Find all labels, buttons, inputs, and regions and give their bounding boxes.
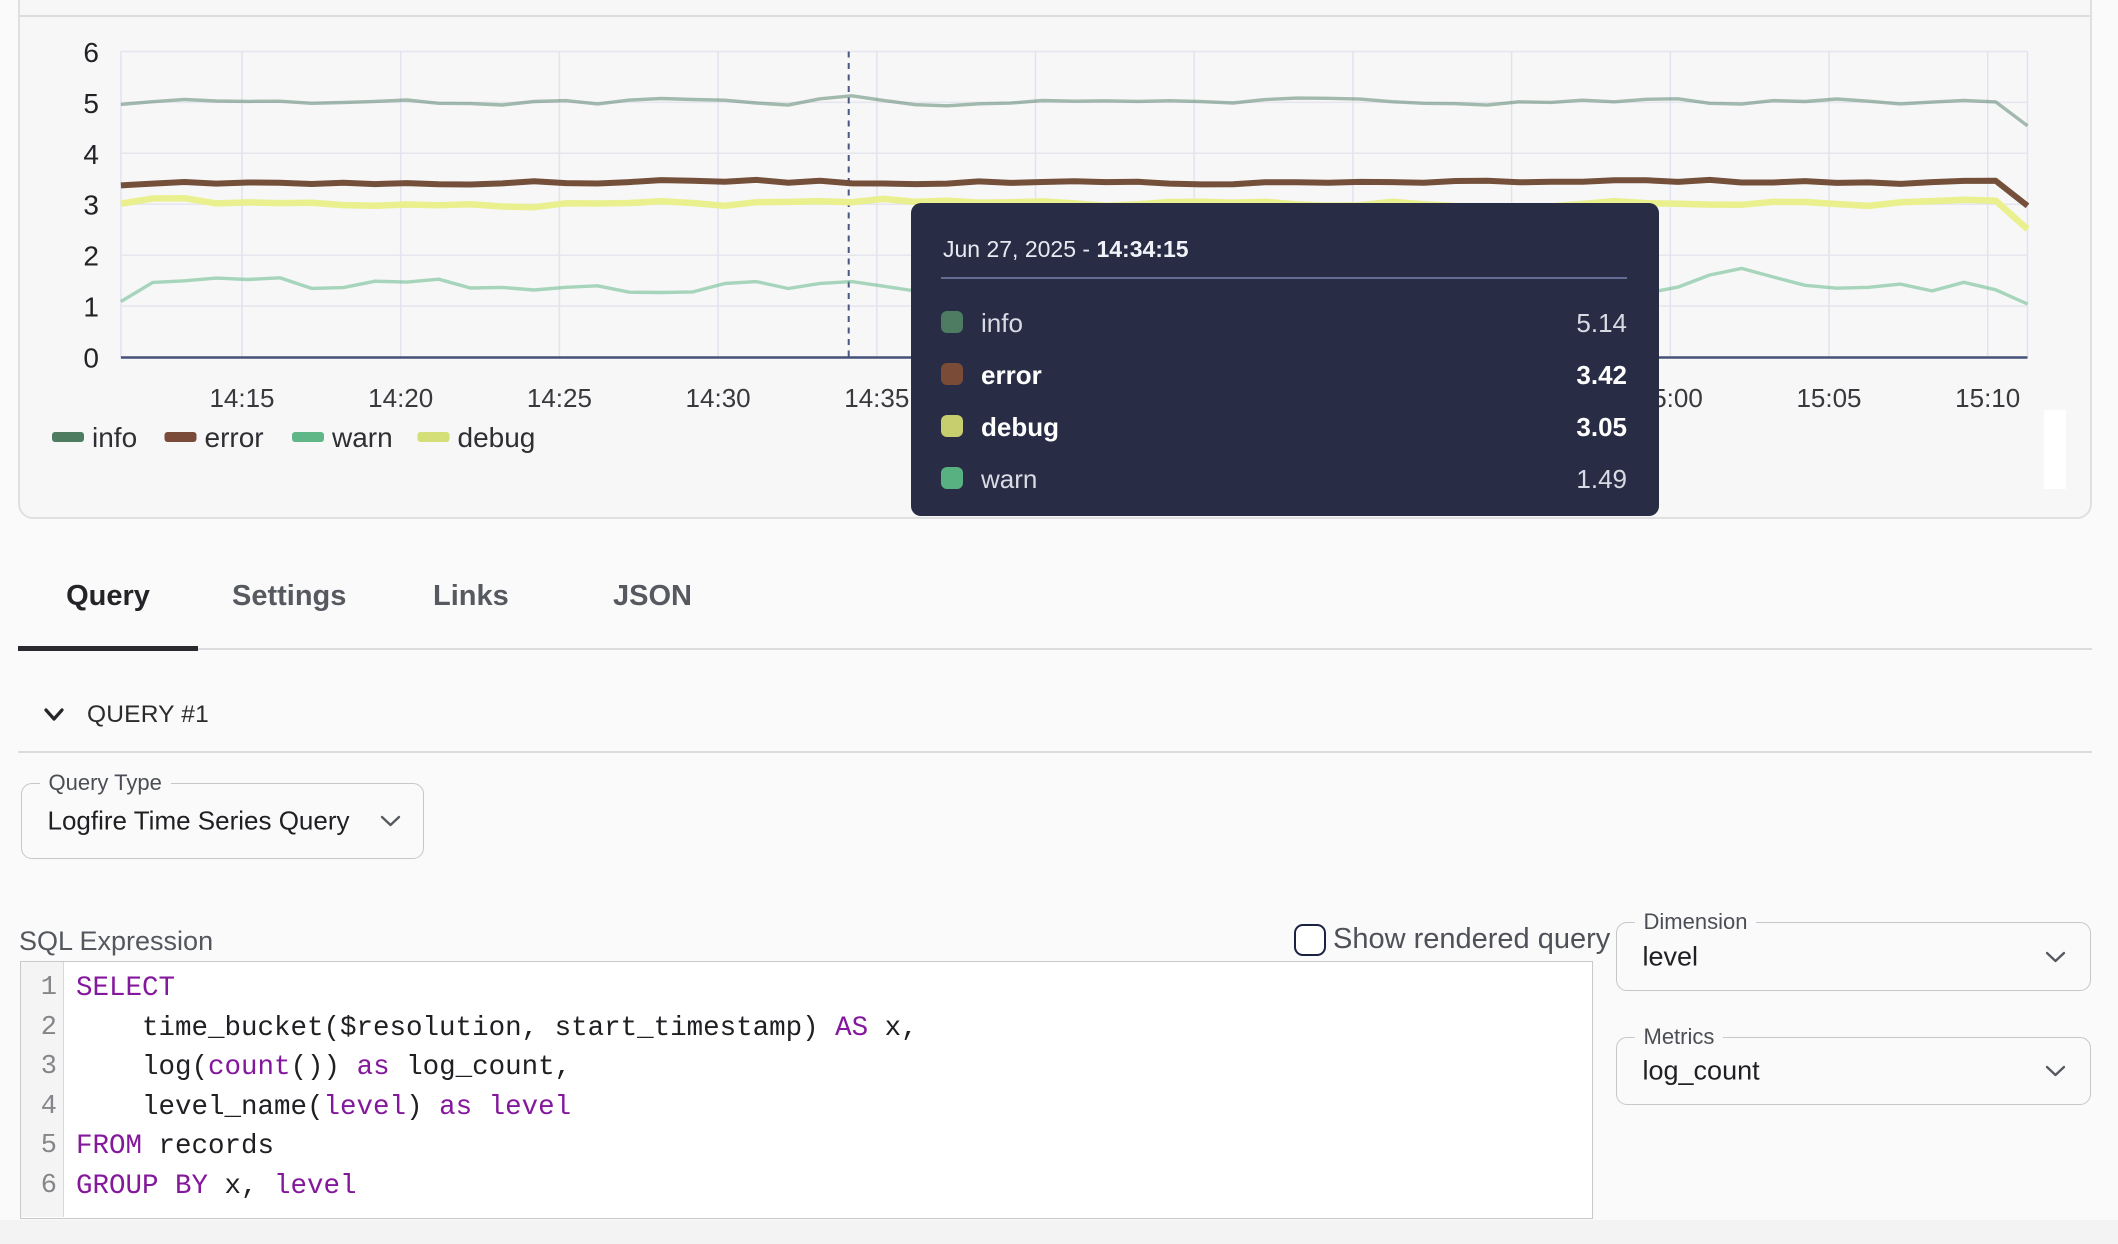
svg-text:1: 1 (83, 292, 99, 323)
svg-text:15:10: 15:10 (1955, 383, 2020, 413)
svg-text:5: 5 (83, 88, 99, 119)
svg-text:0: 0 (83, 343, 99, 374)
svg-text:15:05: 15:05 (1796, 383, 1861, 413)
svg-text:debug: debug (458, 422, 536, 453)
svg-text:14:30: 14:30 (686, 383, 751, 413)
svg-text:2: 2 (83, 241, 99, 272)
svg-text:14:35: 14:35 (844, 383, 909, 413)
svg-text:3: 3 (83, 190, 99, 221)
svg-text:14:15: 14:15 (209, 383, 274, 413)
svg-text:info: info (92, 422, 137, 453)
svg-text:14:20: 14:20 (368, 383, 433, 413)
svg-text:4: 4 (83, 139, 99, 170)
svg-text:warn: warn (331, 422, 393, 453)
svg-text:6: 6 (83, 37, 99, 68)
svg-text:error: error (205, 422, 264, 453)
svg-text:14:25: 14:25 (527, 383, 592, 413)
